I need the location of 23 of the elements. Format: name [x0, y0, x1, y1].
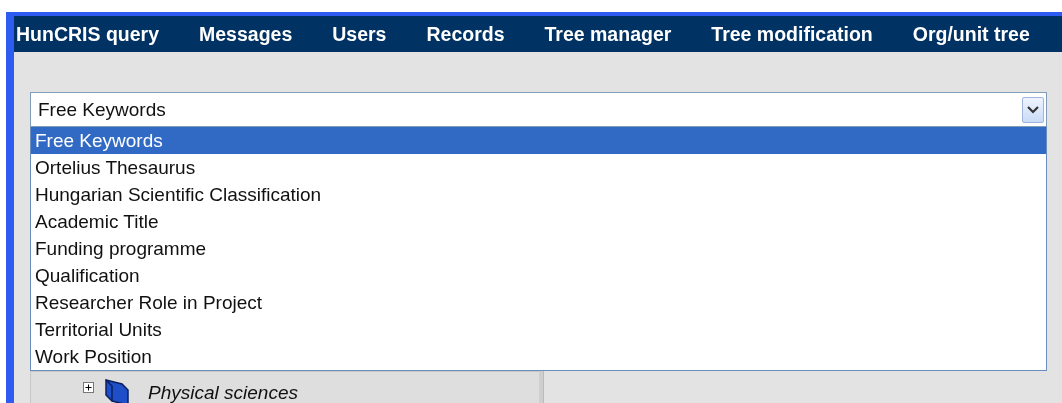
dropdown-option[interactable]: Free Keywords	[31, 127, 1046, 154]
dropdown-option[interactable]: Funding programme	[31, 235, 1046, 262]
nav-item[interactable]: Org/unit tree	[892, 22, 1050, 46]
nav-item[interactable]: Records	[406, 22, 525, 46]
dropdown-button[interactable]	[1022, 96, 1044, 123]
tree-node-label[interactable]: Physical sciences	[148, 382, 298, 403]
dropdown-option[interactable]: Researcher Role in Project	[31, 289, 1046, 316]
dropdown-field[interactable]: Free Keywords	[30, 92, 1047, 127]
book-icon	[104, 378, 130, 403]
nav-item[interactable]: Users	[312, 22, 407, 46]
dropdown-option[interactable]: Academic Title	[31, 208, 1046, 235]
nav-item[interactable]: Messages	[179, 22, 313, 46]
dropdown-option[interactable]: Ortelius Thesaurus	[31, 154, 1046, 181]
dropdown-value: Free Keywords	[38, 98, 167, 121]
dropdown-option[interactable]: Territorial Units	[31, 316, 1046, 343]
dropdown-option[interactable]: Hungarian Scientific Classification	[31, 181, 1046, 208]
expand-icon[interactable]	[83, 382, 94, 393]
nav-item[interactable]: HunCRIS query	[14, 22, 179, 46]
nav-item[interactable]: Tree modification	[691, 22, 893, 46]
chevron-down-icon	[1027, 105, 1039, 114]
dropdown-option[interactable]: Qualification	[31, 262, 1046, 289]
dropdown-option[interactable]: Work Position	[31, 343, 1046, 370]
nav-item[interactable]: Tree manager	[524, 22, 692, 46]
